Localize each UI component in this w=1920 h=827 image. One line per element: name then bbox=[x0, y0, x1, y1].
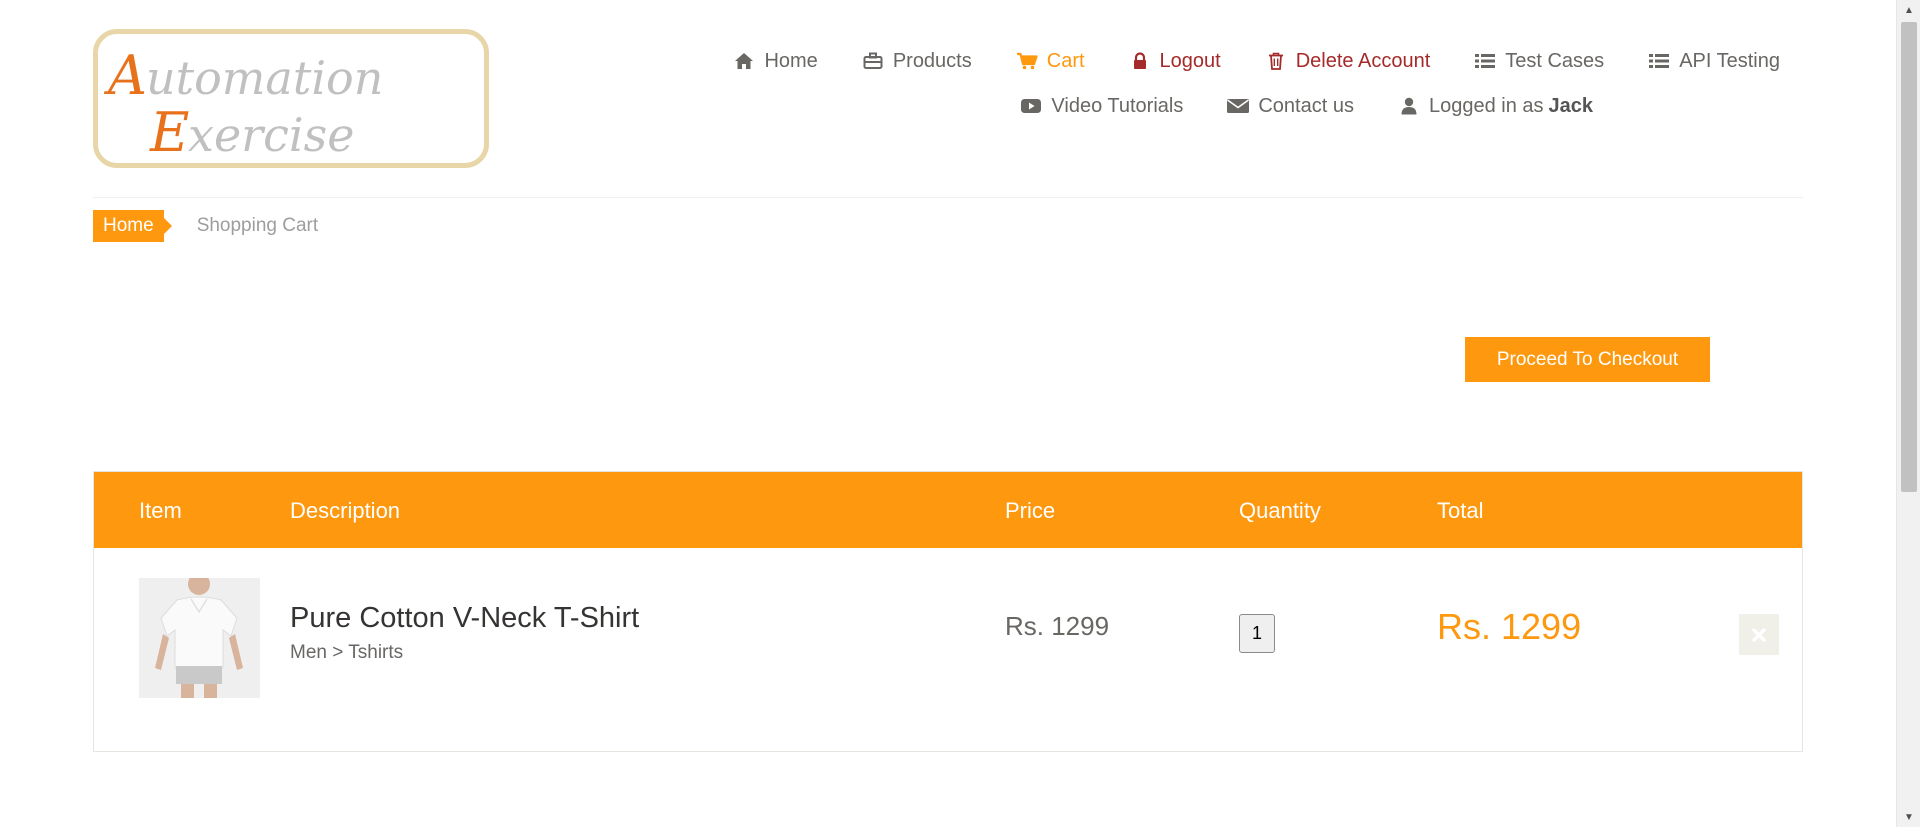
logged-in-label: Logged in as bbox=[1428, 94, 1544, 117]
logo-text-line1: utomation bbox=[146, 51, 383, 105]
nav-test-cases[interactable]: Test Cases bbox=[1474, 50, 1604, 73]
nav-test-cases-label: Test Cases bbox=[1505, 49, 1605, 72]
scroll-down-arrow-icon[interactable]: ▼ bbox=[1897, 807, 1920, 827]
nav-logout[interactable]: Logout bbox=[1129, 50, 1221, 73]
header-quantity: Quantity bbox=[1239, 498, 1321, 523]
header-description: Description bbox=[290, 498, 401, 523]
header-divider bbox=[93, 197, 1803, 198]
nav-logout-label: Logout bbox=[1159, 49, 1221, 72]
cart-row: Pure Cotton V-Neck T-Shirt Men > Tshirts… bbox=[94, 548, 1802, 752]
nav-row-secondary: Video Tutorials Contact us Logged in as … bbox=[640, 87, 1780, 125]
product-name-link[interactable]: Pure Cotton V-Neck T-Shirt bbox=[290, 602, 639, 635]
product-image[interactable] bbox=[139, 578, 260, 698]
user-icon bbox=[1398, 96, 1420, 116]
nav-products[interactable]: Products bbox=[862, 50, 972, 73]
cart-table: Item Description Price Quantity Total Pu… bbox=[93, 471, 1803, 752]
nav-contact-us[interactable]: Contact us bbox=[1227, 95, 1354, 118]
cart-icon bbox=[1016, 51, 1038, 71]
logo-text-line2: xercise bbox=[188, 108, 354, 162]
product-category: Men > Tshirts bbox=[290, 642, 404, 663]
nav-contact-us-label: Contact us bbox=[1258, 94, 1354, 117]
nav-cart-label: Cart bbox=[1046, 49, 1085, 72]
nav-api-testing-label: API Testing bbox=[1679, 49, 1780, 72]
nav-video-tutorials-label: Video Tutorials bbox=[1051, 94, 1184, 117]
logo-letter-e: E bbox=[149, 101, 189, 163]
remove-item-button[interactable] bbox=[1739, 614, 1779, 655]
proceed-to-checkout-button[interactable]: Proceed To Checkout bbox=[1465, 337, 1710, 382]
breadcrumb-home[interactable]: Home bbox=[93, 210, 172, 242]
main-nav: Home Products Cart Logout Delete Account bbox=[640, 42, 1780, 125]
nav-delete-account-label: Delete Account bbox=[1295, 49, 1431, 72]
nav-video-tutorials[interactable]: Video Tutorials bbox=[1020, 95, 1183, 118]
product-image-graphic bbox=[139, 578, 260, 698]
breadcrumb: Home Shopping Cart bbox=[93, 210, 318, 242]
nav-api-testing[interactable]: API Testing bbox=[1648, 50, 1780, 73]
product-quantity: 1 bbox=[1239, 614, 1275, 653]
logo-graphic: A utomation E xercise bbox=[103, 44, 383, 163]
scroll-up-arrow-icon[interactable]: ▲ bbox=[1897, 0, 1920, 20]
youtube-play-icon bbox=[1020, 96, 1042, 116]
nav-row-primary: Home Products Cart Logout Delete Account bbox=[640, 42, 1780, 80]
page-scrollbar[interactable]: ▲ ▼ bbox=[1896, 0, 1920, 827]
breadcrumb-current: Shopping Cart bbox=[196, 215, 319, 236]
nav-home[interactable]: Home bbox=[733, 49, 818, 73]
nav-products-label: Products bbox=[892, 49, 972, 72]
list-icon bbox=[1474, 51, 1496, 71]
site-logo[interactable]: A utomation E xercise bbox=[93, 29, 489, 168]
header-total: Total bbox=[1437, 498, 1484, 523]
nav-logged-in-user: Logged in as Jack bbox=[1398, 95, 1593, 118]
logo-letter-a: A bbox=[103, 44, 147, 107]
trash-icon bbox=[1265, 51, 1287, 71]
scrollbar-thumb[interactable] bbox=[1901, 22, 1917, 492]
close-icon bbox=[1752, 627, 1766, 642]
product-price: Rs. 1299 bbox=[1005, 611, 1110, 641]
envelope-icon bbox=[1227, 96, 1250, 116]
nav-cart[interactable]: Cart bbox=[1016, 50, 1085, 73]
home-icon bbox=[733, 51, 755, 71]
nav-home-label: Home bbox=[764, 49, 818, 72]
logged-in-username: Jack bbox=[1548, 94, 1594, 117]
nav-delete-account[interactable]: Delete Account bbox=[1265, 49, 1431, 73]
cart-table-header: Item Description Price Quantity Total bbox=[94, 472, 1802, 548]
header-price: Price bbox=[1005, 498, 1056, 523]
header-item: Item bbox=[139, 498, 182, 523]
lock-icon bbox=[1129, 51, 1151, 71]
briefcase-icon bbox=[862, 51, 884, 71]
product-total: Rs. 1299 bbox=[1437, 606, 1582, 647]
list-icon bbox=[1648, 51, 1670, 71]
